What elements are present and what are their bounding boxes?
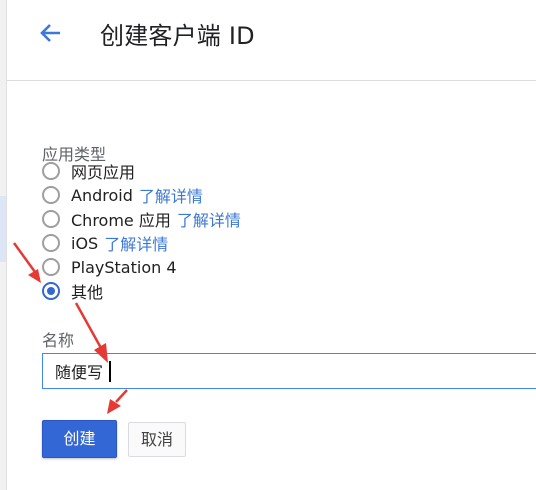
- annotation-arrow-to-create: [107, 389, 128, 414]
- radio-option-chrome-app[interactable]: Chrome 应用 了解详情: [42, 208, 241, 230]
- radio-option-android[interactable]: Android 了解详情: [42, 184, 203, 206]
- name-field-label: 名称: [42, 331, 75, 350]
- page-title: 创建客户端 ID: [100, 22, 255, 50]
- radio-option-other[interactable]: 其他: [42, 280, 103, 302]
- radio-button[interactable]: [42, 258, 60, 276]
- radio-label: Chrome 应用: [71, 211, 171, 230]
- radio-button[interactable]: [42, 162, 60, 180]
- cancel-button[interactable]: 取消: [128, 422, 186, 457]
- radio-label: iOS: [71, 233, 99, 253]
- arrow-left-icon[interactable]: [35, 18, 65, 48]
- radio-option-ios[interactable]: iOS 了解详情: [42, 232, 168, 254]
- learn-more-link-android[interactable]: 了解详情: [139, 183, 203, 207]
- radio-label: 网页应用: [71, 163, 136, 182]
- radio-button-selected[interactable]: [42, 282, 60, 300]
- radio-button[interactable]: [42, 186, 60, 204]
- radio-button[interactable]: [42, 210, 60, 228]
- radio-label: Android: [71, 185, 133, 205]
- learn-more-link-chrome[interactable]: 了解详情: [177, 207, 241, 231]
- radio-option-playstation[interactable]: PlayStation 4: [42, 256, 177, 278]
- back-button[interactable]: [35, 18, 65, 48]
- radio-button[interactable]: [42, 234, 60, 252]
- page-header: 创建客户端 ID: [7, 0, 536, 81]
- radio-label: 其他: [71, 283, 104, 302]
- name-input[interactable]: [42, 353, 536, 389]
- text-caret: [109, 361, 111, 382]
- radio-option-web-app[interactable]: 网页应用: [42, 160, 135, 182]
- radio-label: PlayStation 4: [71, 257, 177, 277]
- learn-more-link-ios[interactable]: 了解详情: [104, 231, 168, 255]
- page: 创建客户端 ID 应用类型 网页应用 Android 了解详情 Chrome 应…: [0, 0, 536, 490]
- annotation-arrow-to-other: [12, 242, 41, 283]
- create-button[interactable]: 创建: [42, 420, 117, 458]
